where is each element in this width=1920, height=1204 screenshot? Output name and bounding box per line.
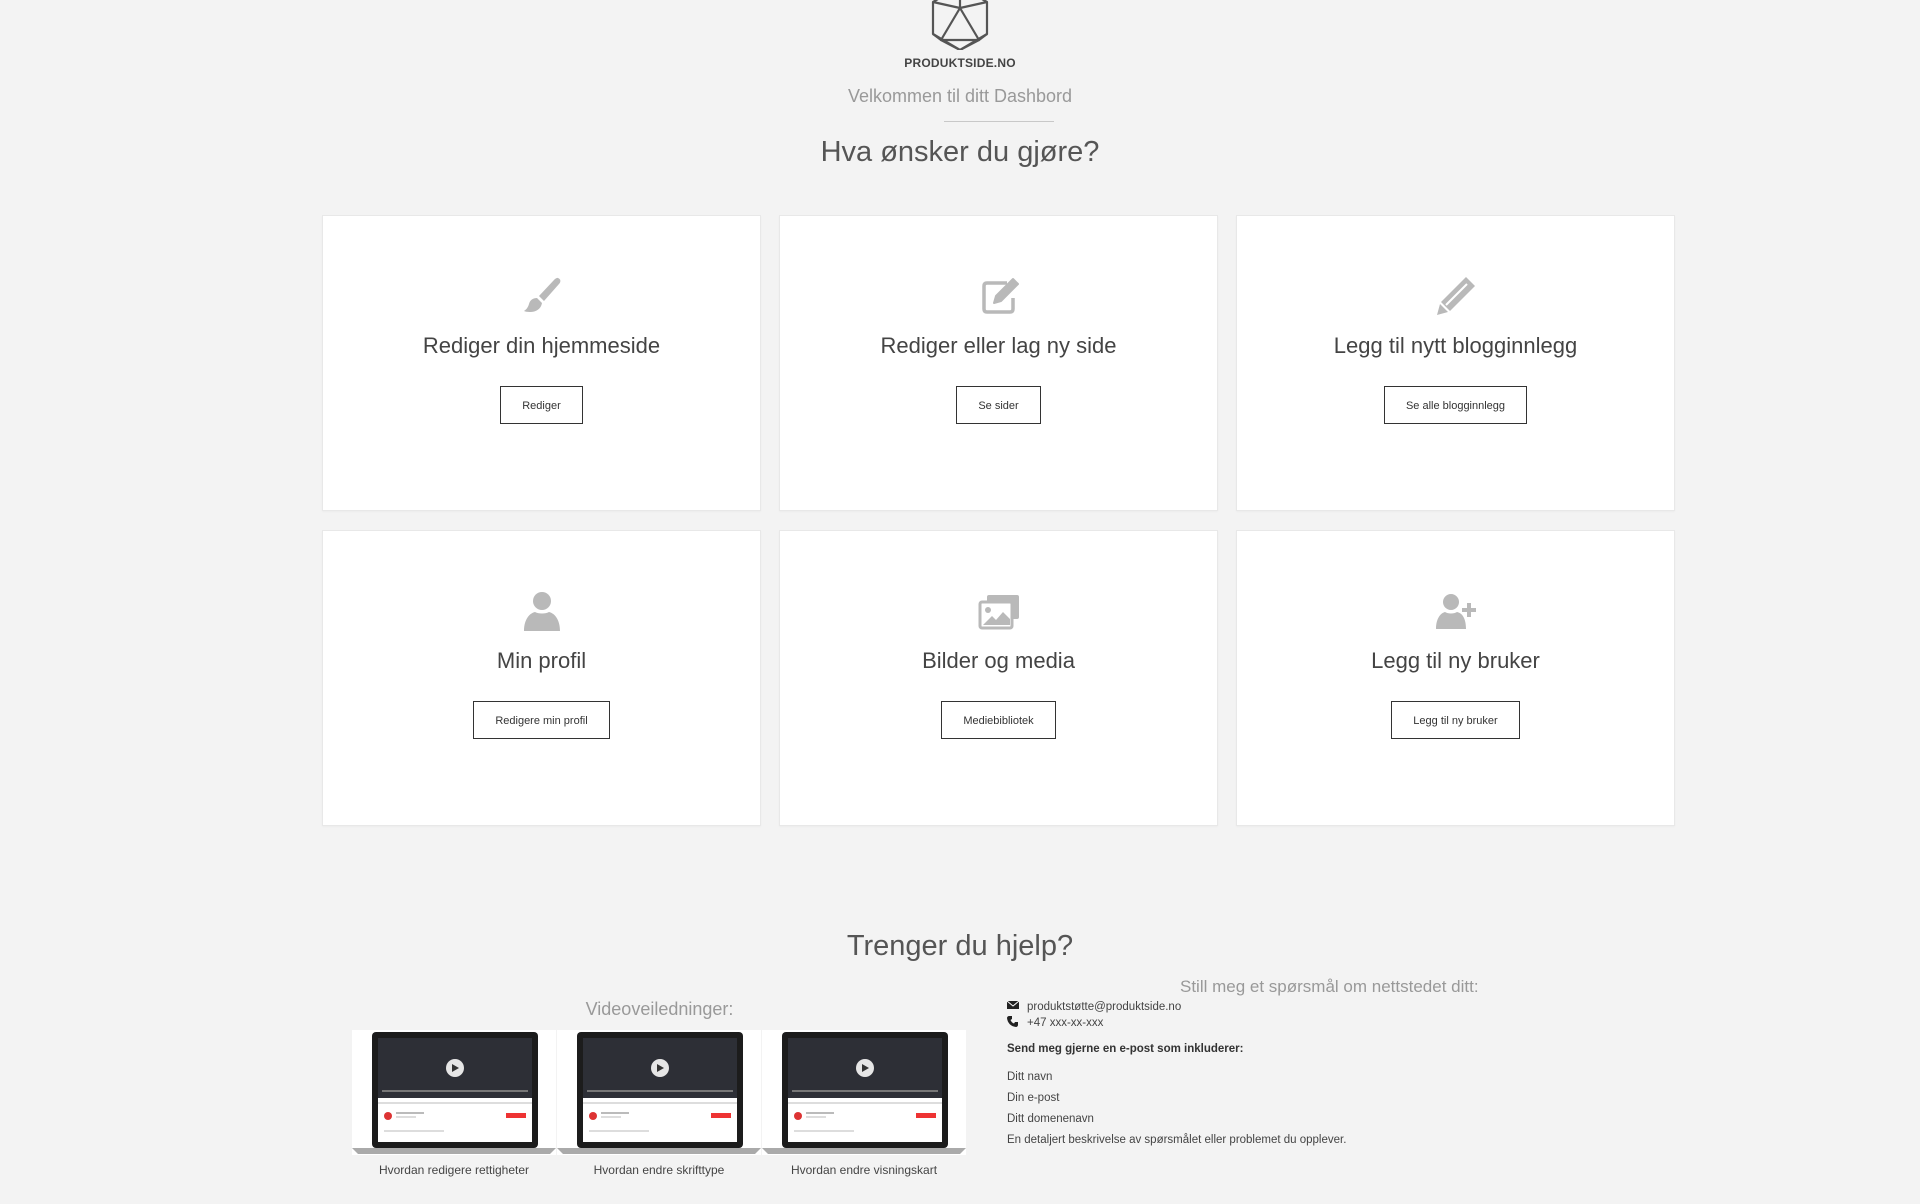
edit-icon	[977, 274, 1021, 318]
see-pages-button[interactable]: Se sider	[956, 386, 1041, 424]
logo-icon	[931, 0, 989, 52]
video-tutorials-label: Videoveiledninger:	[585, 999, 734, 1019]
card-title: Rediger din hjemmeside	[422, 333, 661, 358]
laptop-video-icon	[352, 1030, 556, 1155]
welcome-text: Velkommen til ditt Dashbord	[847, 86, 1073, 106]
info-item: En detaljert beskrivelse av spørsmålet e…	[1007, 1134, 1347, 1146]
brand-name: PRODUKTSIDE.NO	[904, 56, 1016, 70]
card-title: Bilder og media	[922, 648, 1075, 673]
laptop-video-icon	[557, 1030, 761, 1155]
images-icon	[977, 589, 1021, 633]
info-item: Din e-post	[1007, 1092, 1060, 1104]
video-caption[interactable]: Hvordan redigere rettigheter	[352, 1163, 556, 1177]
card-title: Min profil	[496, 648, 587, 673]
card-title: Legg til ny bruker	[1371, 648, 1540, 673]
add-user-button[interactable]: Legg til ny bruker	[1391, 701, 1520, 739]
email-link[interactable]: produktstøtte@produktside.no	[1027, 1001, 1181, 1013]
user-icon	[520, 589, 564, 633]
ask-question-label: Still meg et spørsmål om nettstedet ditt…	[1180, 977, 1479, 996]
card-title: Legg til nytt blogginnlegg	[1333, 333, 1578, 358]
pencil-icon	[1434, 274, 1478, 318]
phone-icon	[1007, 1015, 1020, 1027]
video-thumbnail[interactable]	[352, 1030, 556, 1155]
card-add-user: Legg til ny bruker Legg til ny bruker	[1236, 530, 1675, 826]
card-media: Bilder og media Mediebibliotek	[779, 530, 1218, 826]
info-item: Ditt navn	[1007, 1071, 1053, 1083]
edit-homepage-button[interactable]: Rediger	[500, 386, 583, 424]
card-title: Rediger eller lag ny side	[880, 333, 1117, 358]
contact-phone[interactable]: +47 xxx-xx-xxx	[1007, 1015, 1103, 1029]
card-edit-homepage: Rediger din hjemmeside Rediger	[322, 215, 761, 511]
produktside-logo[interactable]	[925, 0, 995, 52]
header-divider	[944, 121, 1054, 122]
contact-email[interactable]: produktstøtte@produktside.no	[1007, 999, 1181, 1013]
video-caption[interactable]: Hvordan endre skrifttype	[557, 1163, 761, 1177]
media-library-button[interactable]: Mediebibliotek	[941, 701, 1056, 739]
envelope-icon	[1007, 999, 1020, 1011]
paint-brush-icon	[520, 274, 564, 318]
laptop-video-icon	[762, 1030, 966, 1155]
card-my-profile: Min profil Redigere min profil	[322, 530, 761, 826]
page-heading: Hva ønsker du gjøre?	[820, 136, 1100, 168]
info-item: Ditt domenenavn	[1007, 1113, 1094, 1125]
edit-profile-button[interactable]: Redigere min profil	[473, 701, 610, 739]
phone-number[interactable]: +47 xxx-xx-xxx	[1027, 1017, 1103, 1029]
video-thumbnail[interactable]	[557, 1030, 761, 1155]
card-edit-pages: Rediger eller lag ny side Se sider	[779, 215, 1218, 511]
video-caption[interactable]: Hvordan endre visningskart	[762, 1163, 966, 1177]
help-heading: Trenger du hjelp?	[846, 930, 1074, 962]
all-blogposts-button[interactable]: Se alle blogginnlegg	[1383, 386, 1528, 424]
card-new-blogpost: Legg til nytt blogginnlegg Se alle blogg…	[1236, 215, 1675, 511]
video-thumbnail[interactable]	[762, 1030, 966, 1155]
user-plus-icon	[1434, 589, 1478, 633]
info-heading: Send meg gjerne en e-post som inkluderer…	[1007, 1043, 1244, 1055]
